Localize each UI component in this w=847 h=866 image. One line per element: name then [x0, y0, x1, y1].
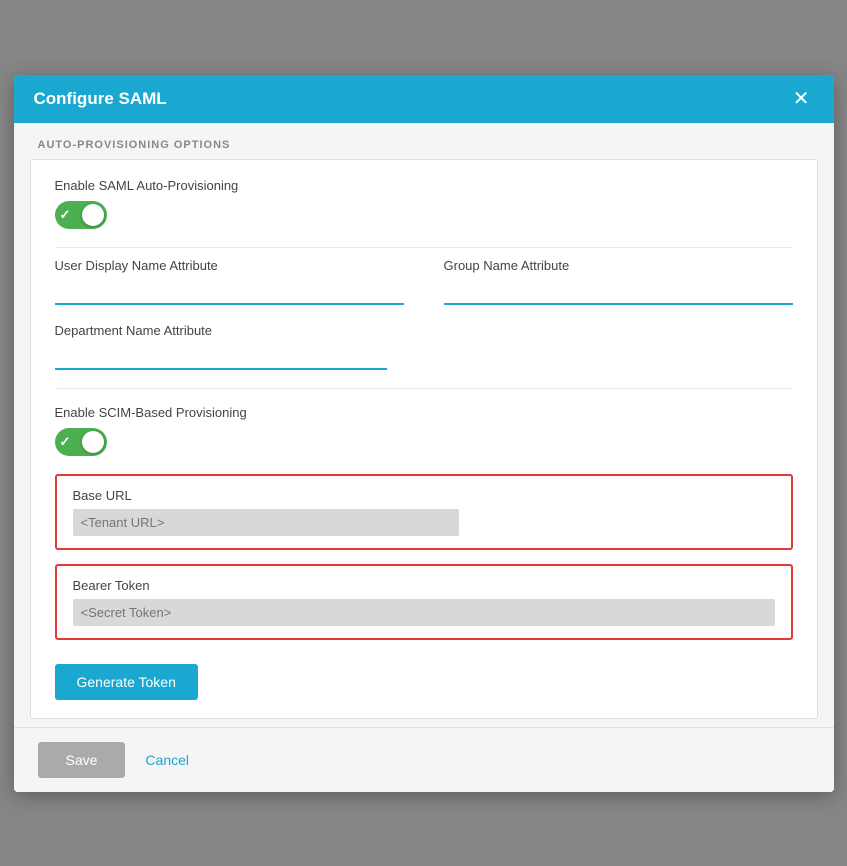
- user-display-name-label: User Display Name Attribute: [55, 258, 404, 273]
- base-url-box: Base URL: [55, 474, 793, 550]
- scim-toggle-check-icon: ✓: [60, 434, 71, 450]
- department-name-group: Department Name Attribute: [55, 323, 793, 370]
- divider-1: [55, 247, 793, 248]
- save-button[interactable]: Save: [38, 742, 126, 778]
- base-url-input[interactable]: [73, 509, 459, 536]
- department-name-label: Department Name Attribute: [55, 323, 793, 338]
- group-name-label: Group Name Attribute: [444, 258, 793, 273]
- bearer-token-label: Bearer Token: [73, 578, 775, 593]
- auto-provisioning-card: Enable SAML Auto-Provisioning ✓ User Dis…: [30, 159, 818, 719]
- cancel-button[interactable]: Cancel: [145, 742, 189, 778]
- bearer-token-input[interactable]: [73, 599, 775, 626]
- enable-scim-group: Enable SCIM-Based Provisioning ✓: [55, 405, 793, 456]
- enable-scim-label: Enable SCIM-Based Provisioning: [55, 405, 793, 420]
- generate-token-button[interactable]: Generate Token: [55, 664, 198, 700]
- base-url-label: Base URL: [73, 488, 775, 503]
- modal-close-button[interactable]: ✕: [789, 89, 814, 109]
- enable-scim-toggle-wrapper[interactable]: ✓: [55, 428, 107, 456]
- bearer-token-box: Bearer Token: [55, 564, 793, 640]
- modal-overlay: Configure SAML ✕ AUTO-PROVISIONING OPTIO…: [0, 0, 847, 866]
- modal-body: AUTO-PROVISIONING OPTIONS Enable SAML Au…: [14, 123, 834, 727]
- scim-toggle-knob: [82, 431, 104, 453]
- modal-title: Configure SAML: [34, 89, 167, 109]
- enable-saml-group: Enable SAML Auto-Provisioning ✓: [55, 178, 793, 229]
- divider-2: [55, 388, 793, 389]
- enable-saml-label: Enable SAML Auto-Provisioning: [55, 178, 793, 193]
- name-attributes-row: User Display Name Attribute Group Name A…: [55, 258, 793, 305]
- user-display-name-input[interactable]: [55, 281, 404, 305]
- toggle-check-icon: ✓: [60, 207, 71, 223]
- section-label: AUTO-PROVISIONING OPTIONS: [14, 123, 834, 159]
- toggle-knob: [82, 204, 104, 226]
- enable-scim-toggle[interactable]: ✓: [55, 428, 107, 456]
- enable-saml-toggle-wrapper[interactable]: ✓: [55, 201, 107, 229]
- modal-header: Configure SAML ✕: [14, 75, 834, 123]
- group-name-col: Group Name Attribute: [444, 258, 793, 305]
- department-name-input[interactable]: [55, 346, 387, 370]
- configure-saml-modal: Configure SAML ✕ AUTO-PROVISIONING OPTIO…: [14, 75, 834, 792]
- user-display-name-col: User Display Name Attribute: [55, 258, 404, 305]
- enable-saml-toggle[interactable]: ✓: [55, 201, 107, 229]
- modal-footer: Save Cancel: [14, 727, 834, 792]
- group-name-input[interactable]: [444, 281, 793, 305]
